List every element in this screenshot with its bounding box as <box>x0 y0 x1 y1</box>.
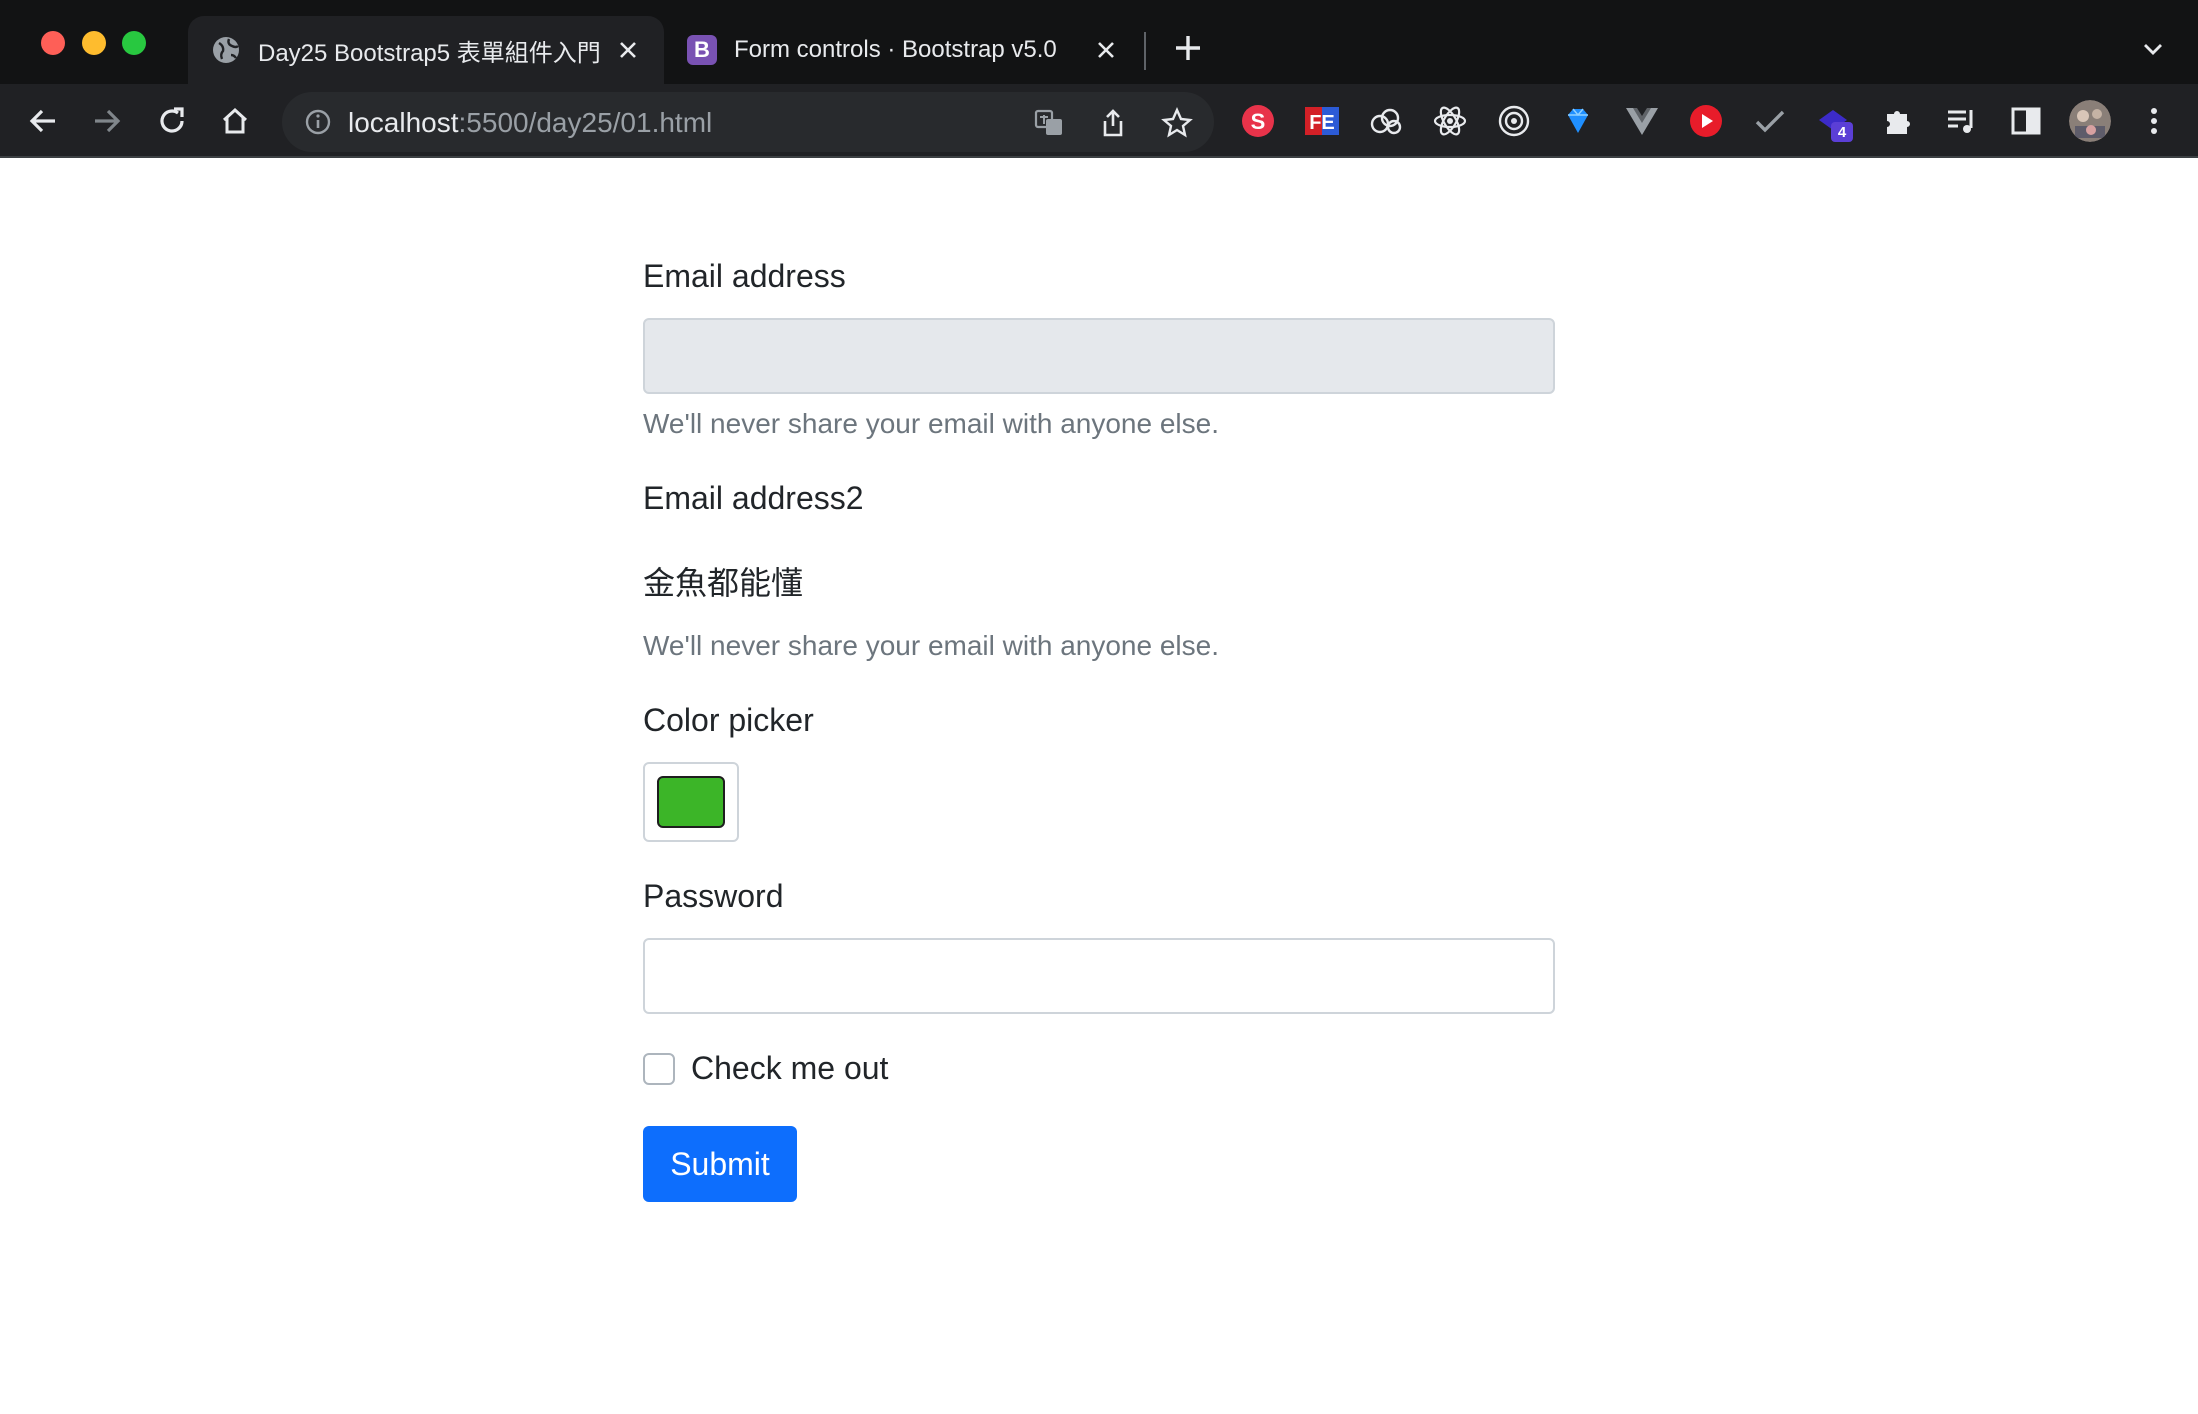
maximize-window-button[interactable] <box>122 31 146 55</box>
extension-check-icon[interactable] <box>1751 102 1789 140</box>
extension-fe-icon[interactable]: FE <box>1303 102 1341 140</box>
email-label: Email address <box>643 258 846 294</box>
svg-text:S: S <box>1251 109 1266 134</box>
password-input[interactable] <box>643 938 1555 1014</box>
color-picker-input[interactable] <box>643 762 739 842</box>
home-icon[interactable] <box>216 102 254 140</box>
extension-badge-icon[interactable]: 4 <box>1815 102 1853 142</box>
tab-day25[interactable]: Day25 Bootstrap5 表單組件入門 <box>188 16 664 84</box>
reload-icon[interactable] <box>153 102 191 140</box>
url-text: localhost:5500/day25/01.html <box>348 107 713 138</box>
address-bar[interactable]: localhost:5500/day25/01.html <box>282 92 1214 152</box>
minimize-window-button[interactable] <box>82 31 106 55</box>
tab-form-controls[interactable]: B Form controls · Bootstrap v5.0 <box>672 16 1142 84</box>
email2-plaintext-value: 金魚都能懂 <box>643 565 804 601</box>
react-devtools-icon[interactable] <box>1431 102 1469 140</box>
email-help-text: We'll never share your email with anyone… <box>643 408 1219 439</box>
email2-help-text: We'll never share your email with anyone… <box>643 630 1219 661</box>
extension-s-icon[interactable]: S <box>1239 102 1277 140</box>
extension-cloud-icon[interactable] <box>1367 102 1405 140</box>
color-picker-label: Color picker <box>643 702 814 738</box>
color-swatch <box>657 776 725 828</box>
extension-play-icon[interactable] <box>1687 102 1725 140</box>
side-panel-icon[interactable] <box>2007 102 2045 140</box>
chevron-down-icon[interactable] <box>2136 32 2170 66</box>
close-window-button[interactable] <box>41 31 65 55</box>
check-me-out-row[interactable]: Check me out <box>643 1050 888 1087</box>
info-icon[interactable] <box>302 106 334 138</box>
media-queue-icon[interactable] <box>1943 102 1981 140</box>
close-icon[interactable] <box>612 34 644 66</box>
globe-icon <box>210 34 242 66</box>
svg-text:FE: FE <box>1309 112 1335 134</box>
check-me-out-label[interactable]: Check me out <box>691 1050 888 1087</box>
submit-button[interactable]: Submit <box>643 1126 797 1202</box>
tab-separator <box>1144 32 1146 70</box>
new-tab-plus-icon[interactable] <box>1170 30 1206 66</box>
more-menu-icon[interactable] <box>2135 102 2173 140</box>
forward-arrow-icon[interactable] <box>88 102 126 140</box>
tab-strip: Day25 Bootstrap5 表單組件入門 B Form controls … <box>0 0 2198 84</box>
profile-avatar-icon[interactable] <box>2069 100 2111 142</box>
page-viewport: Email address We'll never share your ema… <box>0 158 2198 1414</box>
extensions-puzzle-icon[interactable] <box>1879 102 1917 140</box>
extension-count-badge: 4 <box>1831 122 1853 142</box>
browser-toolbar: localhost:5500/day25/01.html S FE 4 <box>0 84 2198 158</box>
close-icon[interactable] <box>1090 34 1122 66</box>
vue-devtools-icon[interactable] <box>1623 102 1661 140</box>
tab-title: Day25 Bootstrap5 表單組件入門 <box>258 39 601 67</box>
extension-target-icon[interactable] <box>1495 102 1533 140</box>
password-label: Password <box>643 878 784 914</box>
translate-icon[interactable] <box>1032 106 1066 140</box>
email-input-disabled[interactable] <box>643 318 1555 394</box>
bootstrap-favicon-icon: B <box>686 34 718 66</box>
email2-label: Email address2 <box>643 480 864 516</box>
share-icon[interactable] <box>1096 106 1130 140</box>
back-arrow-icon[interactable] <box>24 102 62 140</box>
bookmark-star-icon[interactable] <box>1160 106 1194 140</box>
browser-chrome: Day25 Bootstrap5 表單組件入門 B Form controls … <box>0 0 2198 158</box>
extension-gem-icon[interactable] <box>1559 102 1597 140</box>
tab-title: Form controls · Bootstrap v5.0 <box>734 36 1057 63</box>
check-me-out-checkbox[interactable] <box>643 1052 675 1085</box>
